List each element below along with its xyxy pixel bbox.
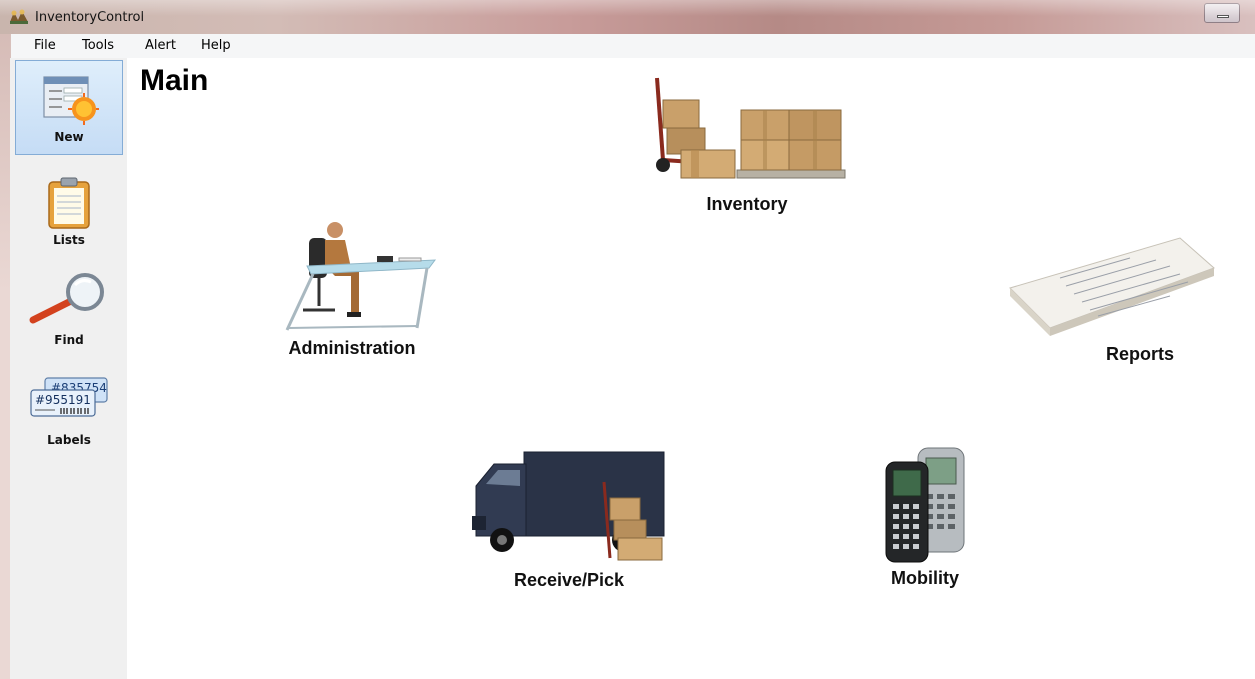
menu-alert[interactable]: Alert [145,38,176,53]
sidebar-item-new[interactable]: New [15,60,123,155]
sidebar-item-label: Find [54,333,84,347]
sidebar-item-lists[interactable]: Lists [15,162,123,257]
app-logo-icon [10,9,28,24]
magnifier-icon [29,273,104,324]
minimize-button[interactable] [1204,3,1240,23]
main-panel: Main Inventory Administration Reports Re… [127,58,1255,679]
clipboard-icon [48,177,90,229]
tile-receive-pick[interactable]: Receive/Pick [449,446,689,591]
tile-administration[interactable]: Administration [262,218,442,359]
page-title: Main [140,64,209,97]
boxes-handtruck-icon [655,77,846,179]
office-desk-icon [285,222,437,331]
menu-file[interactable]: File [34,38,56,53]
delivery-truck-icon [472,451,665,561]
title-bar[interactable]: InventoryControl [0,0,1255,34]
sidebar: New Lists Find #835754 #955191 Labels [10,58,127,679]
tile-label: Mobility [891,568,959,588]
tile-mobility[interactable]: Mobility [865,444,985,589]
menu-tools[interactable]: Tools [82,38,114,53]
svg-text:#955191: #955191 [35,393,91,407]
menu-bar: File Tools Alert Help [10,34,1255,58]
sidebar-item-labels[interactable]: #835754 #955191 Labels [15,362,123,457]
barcode-labels-icon: #835754 #955191 [30,377,108,417]
tile-label: Inventory [706,194,788,214]
tile-label: Receive/Pick [513,570,625,590]
sidebar-item-label: New [54,130,84,144]
tile-label: Administration [288,338,416,358]
window-title: InventoryControl [35,10,145,25]
sidebar-item-find[interactable]: Find [15,262,123,357]
sidebar-item-label: Lists [53,233,85,247]
tile-inventory[interactable]: Inventory [627,70,867,215]
window-frame [0,34,10,679]
tile-label: Reports [1105,344,1174,364]
handheld-scanner-icon [885,447,965,563]
new-form-icon [43,76,99,125]
paper-stack-icon [1009,237,1215,336]
tile-reports[interactable]: Reports [995,228,1225,365]
menu-help[interactable]: Help [201,38,231,53]
sidebar-item-label: Labels [47,433,91,447]
